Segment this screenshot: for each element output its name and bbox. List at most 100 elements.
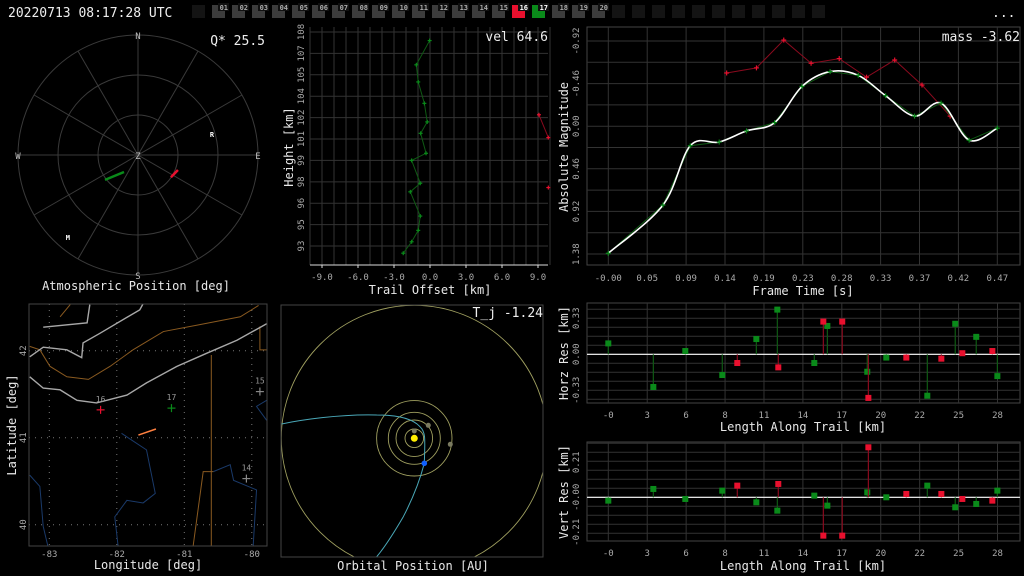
frame-12[interactable]: 12: [432, 3, 449, 18]
atmospheric-position-panel: NESW ZRM: [15, 32, 260, 282]
frame-empty[interactable]: [612, 5, 625, 18]
frame-empty[interactable]: [672, 5, 685, 18]
frame-15[interactable]: 15: [492, 3, 509, 18]
frame-label: 17: [540, 4, 548, 12]
y-tick-label: 105: [297, 67, 307, 83]
x-tick-label: 0.47: [986, 274, 1008, 284]
frame-label: 11: [420, 4, 428, 12]
frame-05[interactable]: 05: [292, 3, 309, 18]
frame-02[interactable]: 02: [232, 3, 249, 18]
frame-label: 04: [280, 4, 288, 12]
frame-19[interactable]: 19: [572, 3, 589, 18]
trail-offset-panel: 108 107 105 104 102 101 99 98 96 95 93 -9.0 -6.0 -3.0…: [297, 24, 551, 283]
frame-empty[interactable]: [692, 5, 705, 18]
frame-box[interactable]: [772, 5, 785, 18]
green-residual-point: [952, 504, 959, 511]
frame-box[interactable]: [752, 5, 765, 18]
y-tick-label: -0.21: [572, 519, 582, 546]
station-label: 14: [242, 464, 252, 473]
frame-06[interactable]: 06: [312, 3, 329, 18]
polar-title: Atmospheric Position [deg]: [42, 279, 230, 293]
frame-box[interactable]: [652, 5, 665, 18]
frame-13[interactable]: 13: [452, 3, 469, 18]
frame-20[interactable]: 20: [592, 3, 609, 18]
frame-box[interactable]: [812, 5, 825, 18]
magnitude-x-title: Frame Time [s]: [752, 284, 853, 298]
frame-box[interactable]: [192, 5, 205, 18]
velocity-metric: vel 64.6: [485, 30, 548, 45]
trail-station-17: [104, 170, 125, 182]
frame-01[interactable]: 01: [212, 3, 229, 18]
frame-08[interactable]: 08: [352, 3, 369, 18]
frame-03[interactable]: 03: [252, 3, 269, 18]
station-label: 15: [255, 377, 265, 386]
x-tick-label: 0.28: [831, 274, 853, 284]
frame-empty[interactable]: [752, 5, 765, 18]
frame-label: 13: [460, 4, 468, 12]
frame-box[interactable]: [792, 5, 805, 18]
frame-17[interactable]: 17: [532, 3, 549, 18]
frame-box[interactable]: [632, 5, 645, 18]
frame-10[interactable]: 10: [392, 3, 409, 18]
trail-y-title: Height [km]: [282, 107, 296, 186]
x-tick-label: 0.42: [948, 274, 970, 284]
x-tick-label: 0.19: [753, 274, 775, 284]
lat-tick-label: 41: [19, 432, 29, 443]
trail-x-title: Trail Offset [km]: [369, 283, 492, 297]
y-tick-label: 0.33: [572, 307, 582, 329]
green-residual-point: [774, 507, 781, 514]
frame-box[interactable]: [612, 5, 625, 18]
frame-label: 06: [320, 4, 328, 12]
frame-09[interactable]: 09: [372, 3, 389, 18]
frame-empty[interactable]: [812, 5, 825, 18]
y-tick-label: 0.00: [572, 115, 582, 137]
red-residual-point: [989, 348, 996, 355]
green-trail-point: [418, 131, 423, 136]
border-line: [192, 471, 214, 546]
frame-empty[interactable]: [712, 5, 725, 18]
frame-empty[interactable]: [652, 5, 665, 18]
river-line: [213, 463, 258, 546]
frame-14[interactable]: 14: [472, 3, 489, 18]
green-trail-point: [424, 151, 429, 156]
green-trail-point: [427, 38, 432, 43]
frame-04[interactable]: 04: [272, 3, 289, 18]
green-residual-point: [719, 372, 726, 379]
red-residual-point: [820, 318, 827, 325]
frame-box[interactable]: [712, 5, 725, 18]
frame-empty[interactable]: [192, 5, 205, 18]
y-tick-label: 102: [297, 109, 307, 125]
green-trail-point: [416, 228, 421, 233]
menu-button[interactable]: ...: [992, 6, 1015, 21]
frame-label: 20: [600, 4, 608, 12]
x-tick-label: -3.0: [383, 273, 405, 283]
green-residual-point: [973, 333, 980, 340]
red-residual-point: [839, 532, 846, 539]
frame-empty[interactable]: [732, 5, 745, 18]
frame-18[interactable]: 18: [552, 3, 569, 18]
planet-icon: [411, 428, 417, 434]
meteor-ground-track: [138, 428, 157, 436]
frame-07[interactable]: 07: [332, 3, 349, 18]
x-tick-label: 25: [953, 411, 964, 421]
frame-label: 15: [500, 4, 508, 12]
red-residual-point: [903, 490, 910, 497]
frame-11[interactable]: 11: [412, 3, 429, 18]
frame-16[interactable]: 16: [512, 3, 529, 18]
frame-empty[interactable]: [772, 5, 785, 18]
frame-box[interactable]: [732, 5, 745, 18]
frame-box[interactable]: [672, 5, 685, 18]
frame-empty[interactable]: [792, 5, 805, 18]
river-line: [255, 399, 267, 421]
red-residual-point: [775, 364, 782, 371]
green-residual-point: [811, 360, 818, 367]
x-tick-label: 0.0: [422, 273, 438, 283]
frame-box[interactable]: [692, 5, 705, 18]
frame-empty[interactable]: [632, 5, 645, 18]
green-residual-point: [973, 500, 980, 507]
green-residual-point: [864, 368, 871, 375]
red-residual-point: [865, 444, 872, 451]
red-residual-point: [989, 497, 996, 504]
green-magnitude-point: [744, 128, 750, 134]
coastline: [43, 304, 91, 328]
